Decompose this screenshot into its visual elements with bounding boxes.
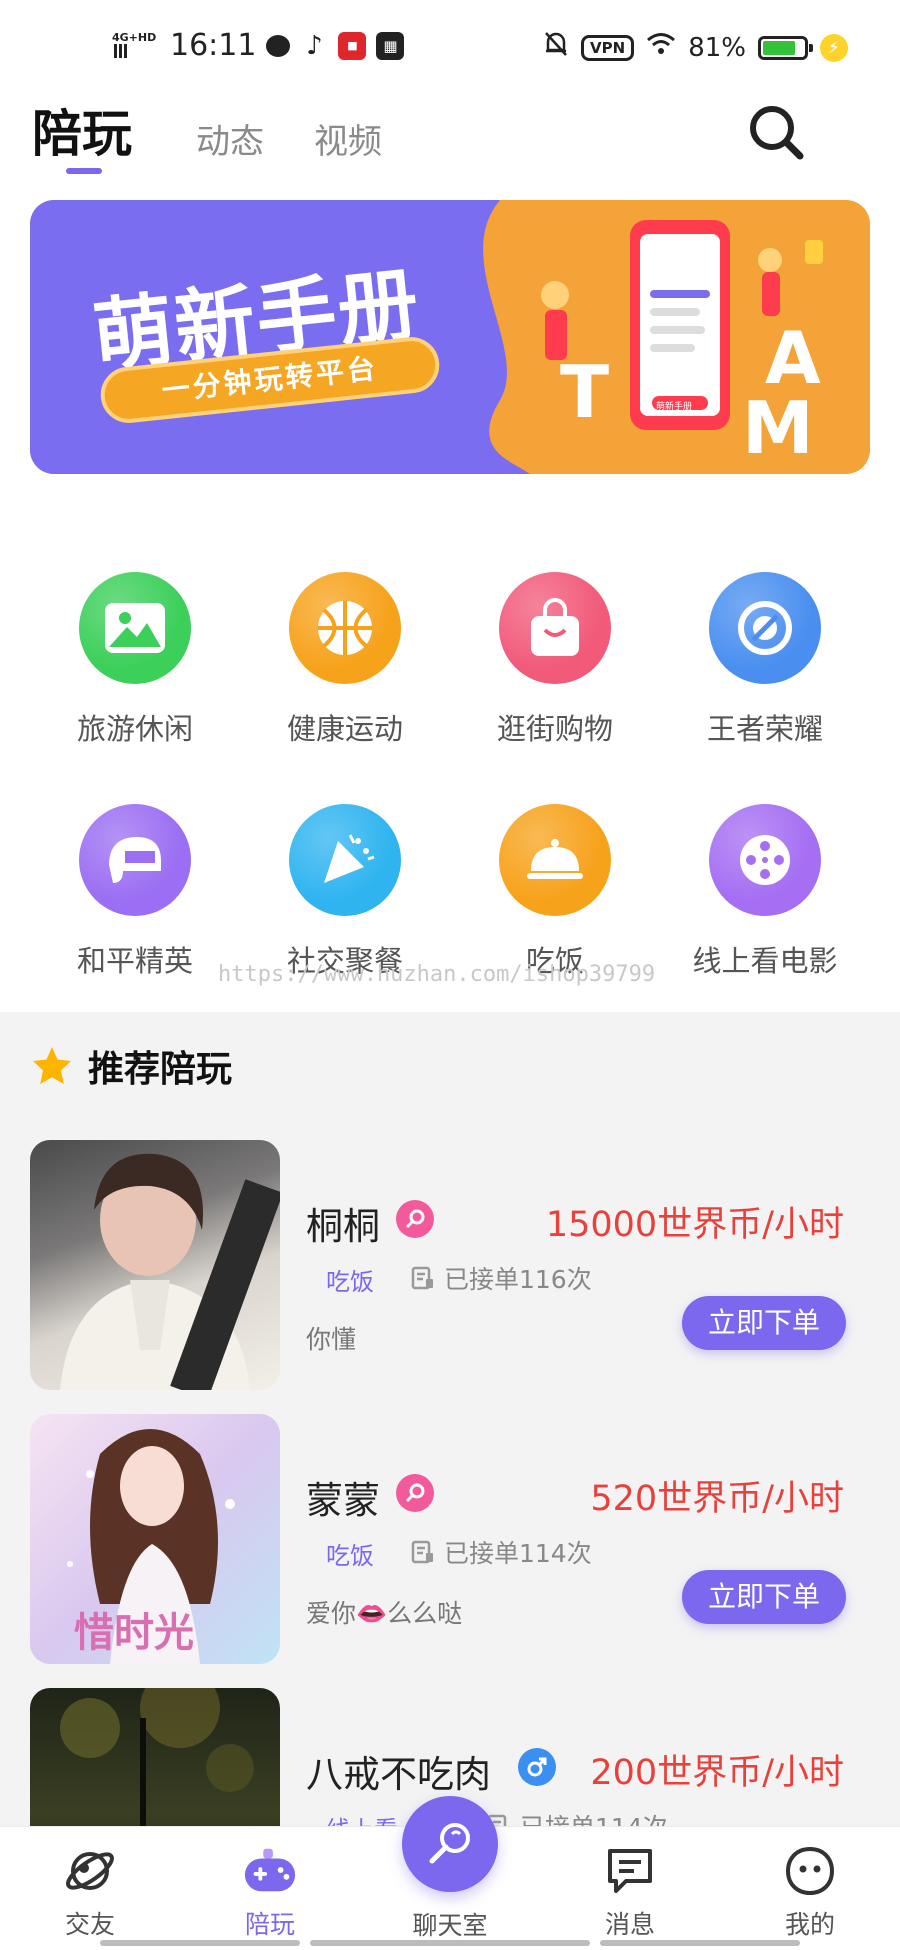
helmet-icon (79, 804, 191, 916)
tab-peiwan[interactable]: 陪玩 (32, 94, 132, 166)
tab-shipin[interactable]: 视频 (314, 114, 382, 163)
nav-peiwan[interactable]: 陪玩 (180, 1827, 360, 1950)
basketball-icon (289, 572, 401, 684)
food-cloche-icon (499, 804, 611, 916)
companion-orders: 已接单116次 (410, 1260, 592, 1296)
wifi-icon (646, 32, 676, 63)
nav-label: 陪玩 (244, 1910, 295, 1939)
female-icon (396, 1200, 434, 1238)
nav-label: 交友 (64, 1910, 115, 1939)
film-reel-icon (709, 804, 821, 916)
nav-messages[interactable]: 消息 (540, 1827, 720, 1950)
companion-name: 桐桐 (306, 1205, 380, 1248)
vpn-badge: VPN (581, 34, 635, 61)
top-tab-bar: 陪玩 动态 视频 (0, 88, 900, 178)
status-time: 16:11 (170, 28, 257, 63)
category-travel[interactable]: 旅游休闲 (30, 572, 240, 772)
category-fitness[interactable]: 健康运动 (240, 572, 450, 772)
photo-caption: 惜时光 (74, 1609, 194, 1656)
order-doc-icon (411, 1540, 433, 1564)
male-icon (518, 1748, 556, 1786)
companion-photo (30, 1140, 280, 1390)
news-app-icon: ■ (338, 31, 367, 60)
category-label: 线上看电影 (692, 944, 838, 978)
home-indicator (100, 1940, 300, 1946)
nav-mine[interactable]: 我的 (720, 1827, 900, 1950)
companion-price: 520世界币/小时 (590, 1479, 844, 1519)
companion-orders: 已接单114次 (410, 1534, 592, 1570)
companion-name: 蒙蒙 (306, 1479, 380, 1522)
star-icon (33, 1047, 71, 1084)
category-label: 逛街购物 (496, 712, 613, 746)
nav-friends[interactable]: 交友 (0, 1827, 180, 1950)
order-now-button[interactable]: 立即下单 (682, 1296, 846, 1350)
charging-bolt-icon: ⚡ (820, 33, 848, 62)
female-icon (396, 1474, 434, 1512)
order-now-button[interactable]: 立即下单 (682, 1570, 846, 1624)
onboarding-banner[interactable]: 萌新手册 一分钟玩转平台 萌新手册 T E A M (30, 200, 870, 474)
search-icon (750, 106, 804, 160)
tab-dongtai[interactable]: 动态 (196, 114, 264, 163)
message-icon (602, 1843, 658, 1899)
order-doc-icon (411, 1266, 433, 1290)
network-indicator: 4G+HD (112, 31, 160, 61)
game-logo-icon (709, 572, 821, 684)
companion-bio: 你懂 (306, 1325, 357, 1354)
banner-letter-t: T (560, 350, 610, 434)
home-indicator (310, 1940, 590, 1946)
companion-bio: 爱你👄么么哒 (306, 1599, 463, 1628)
party-icon (289, 804, 401, 916)
companion-category: 吃饭 (326, 1542, 374, 1570)
category-peace-elite[interactable]: 和平精英 (30, 804, 240, 1004)
orders-text: 已接单114次 (444, 1539, 592, 1568)
tieba-icon: ▦ (376, 31, 405, 60)
tiktok-icon: ♪ (306, 30, 323, 61)
category-label: 健康运动 (286, 712, 403, 746)
recommend-title: 推荐陪玩 (88, 1049, 233, 1090)
category-honor-of-kings[interactable]: 王者荣耀 (660, 572, 870, 772)
watermark-url: https://www.huzhan.com/ishop39799 (218, 962, 656, 987)
companion-card[interactable]: 桐桐 15000世界币/小时 吃饭 已接单116次 你懂 立即下单 (0, 1140, 900, 1390)
nav-chatroom-button[interactable] (402, 1796, 498, 1892)
companion-name: 八戒不吃肉 (306, 1753, 491, 1796)
category-shopping[interactable]: 逛街购物 (450, 572, 660, 772)
banner-phone-label: 萌新手册 (656, 402, 693, 412)
nav-label: 我的 (784, 1910, 835, 1939)
home-indicator (600, 1940, 800, 1946)
active-tab-indicator (66, 168, 102, 174)
category-label: 王者荣耀 (706, 712, 823, 746)
companion-price: 15000世界币/小时 (545, 1205, 844, 1245)
nav-label: 消息 (604, 1910, 655, 1939)
gamepad-icon (242, 1843, 298, 1899)
companion-photo: 惜时光 (30, 1414, 280, 1664)
microphone-icon (429, 1823, 470, 1864)
battery-percent: 81% (688, 32, 746, 63)
mute-bell-icon (543, 30, 569, 65)
companion-card[interactable]: 惜时光 蒙蒙 520世界币/小时 吃饭 已接单114次 爱你👄么么哒 立即下单 (0, 1414, 900, 1664)
profile-face-icon (782, 1843, 838, 1899)
status-bar: 4G+HD 16:11 ♪ ■ ▦ VPN 81% ⚡ (0, 0, 900, 80)
shopping-bag-icon (499, 572, 611, 684)
planet-icon (62, 1843, 118, 1899)
companion-price: 200世界币/小时 (590, 1753, 844, 1793)
recommend-header: 推荐陪玩 (30, 1040, 232, 1092)
banner-letter-m: M (742, 386, 814, 470)
nav-label-chatroom: 聊天室 (412, 1911, 488, 1940)
category-label: 旅游休闲 (76, 712, 193, 746)
companion-category: 吃饭 (326, 1268, 374, 1296)
category-online-movie[interactable]: 线上看电影 (660, 804, 870, 1004)
search-button[interactable] (744, 100, 808, 164)
battery-icon (758, 35, 813, 60)
orders-text: 已接单116次 (444, 1265, 592, 1294)
mountain-icon (79, 572, 191, 684)
chat-bubble-icon (266, 34, 291, 57)
category-label: 和平精英 (76, 944, 193, 978)
